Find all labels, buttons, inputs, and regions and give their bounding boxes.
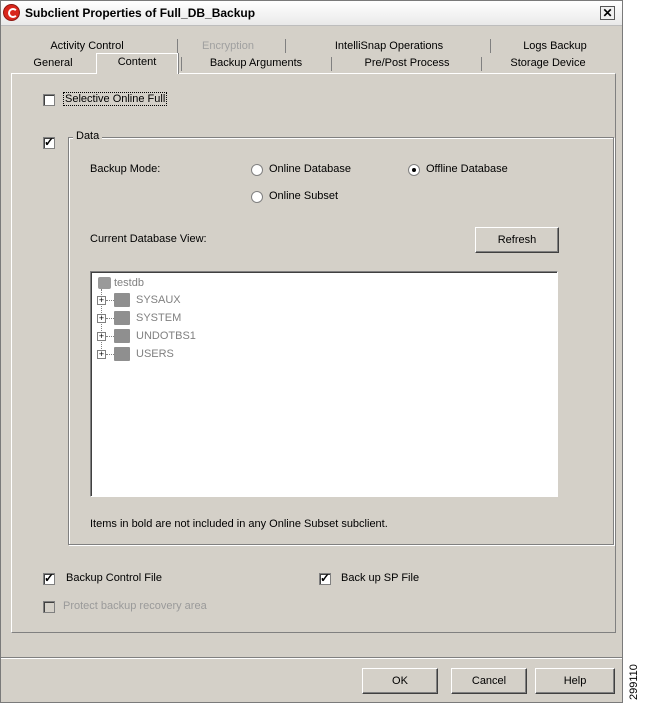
online-database-radio[interactable] <box>251 164 263 176</box>
tab-general[interactable]: General <box>11 55 95 72</box>
tree-connector <box>106 318 114 319</box>
expand-icon[interactable]: + <box>97 296 106 305</box>
tab-storage-device[interactable]: Storage Device <box>483 55 613 72</box>
protect-recovery-area-checkbox <box>43 601 55 613</box>
tree-connector <box>106 354 114 355</box>
tree-item-undotbs1[interactable]: UNDOTBS1 <box>136 328 196 344</box>
tree-item-users[interactable]: USERS <box>136 346 174 362</box>
tree-connector <box>106 336 114 337</box>
close-button[interactable]: ✕ <box>600 6 615 20</box>
protect-recovery-area-label: Protect backup recovery area <box>63 600 207 612</box>
tab-separator <box>177 39 178 53</box>
tree-connector <box>106 300 114 301</box>
expand-icon[interactable]: + <box>97 350 106 359</box>
online-subset-radio[interactable] <box>251 191 263 203</box>
tab-backup-arguments[interactable]: Backup Arguments <box>183 55 329 72</box>
tab-separator <box>481 57 482 71</box>
figure-id-label: 299110 <box>628 664 640 700</box>
data-group-title: Data <box>73 130 103 142</box>
tab-intellisnap-operations[interactable]: IntelliSnap Operations <box>291 38 487 55</box>
tablespace-icon <box>114 311 130 325</box>
app-logo-icon <box>3 4 20 21</box>
tab-separator <box>490 39 491 53</box>
tab-pre-post-process[interactable]: Pre/Post Process <box>333 55 481 72</box>
tablespace-icon <box>114 347 130 361</box>
tablespace-icon <box>114 329 130 343</box>
offline-database-radio[interactable] <box>408 164 420 176</box>
tablespace-icon <box>114 293 130 307</box>
title-bar[interactable]: Subclient Properties of Full_DB_Backup ✕ <box>1 1 622 26</box>
database-icon <box>98 277 111 289</box>
tab-separator <box>285 39 286 53</box>
tab-separator <box>181 57 182 71</box>
cancel-button[interactable]: Cancel <box>451 668 527 694</box>
subclient-properties-dialog: Subclient Properties of Full_DB_Backup ✕… <box>0 0 623 703</box>
tree-root-testdb[interactable]: testdb <box>114 275 144 291</box>
expand-icon[interactable]: + <box>97 332 106 341</box>
back-up-sp-file-checkbox[interactable] <box>319 571 331 585</box>
offline-database-label[interactable]: Offline Database <box>426 163 508 175</box>
tab-logs-backup[interactable]: Logs Backup <box>496 38 614 55</box>
backup-control-file-label[interactable]: Backup Control File <box>66 572 162 584</box>
subset-note: Items in bold are not included in any On… <box>90 518 388 530</box>
backup-mode-label: Backup Mode: <box>90 163 161 175</box>
selective-online-full-checkbox[interactable] <box>43 94 55 106</box>
tab-content[interactable]: Content <box>96 53 178 74</box>
backup-control-file-checkbox[interactable] <box>43 571 55 585</box>
tab-encryption: Encryption <box>202 40 254 52</box>
footer-divider <box>1 657 622 658</box>
tree-item-system[interactable]: SYSTEM <box>136 310 181 326</box>
help-button[interactable]: Help <box>535 668 615 694</box>
tab-separator <box>331 57 332 71</box>
ok-button[interactable]: OK <box>362 668 438 694</box>
tree-item-sysaux[interactable]: SYSAUX <box>136 292 181 308</box>
online-database-label[interactable]: Online Database <box>269 163 351 175</box>
back-up-sp-file-label[interactable]: Back up SP File <box>341 572 419 584</box>
data-checkbox[interactable] <box>43 135 55 149</box>
selective-online-full-label[interactable]: Selective Online Full <box>63 92 168 106</box>
database-tree-view[interactable]: testdb + SYSAUX + SYSTEM + UNDOTBS1 + US… <box>90 271 558 497</box>
expand-icon[interactable]: + <box>97 314 106 323</box>
refresh-button[interactable]: Refresh <box>475 227 559 253</box>
current-database-view-label: Current Database View: <box>90 233 207 245</box>
window-title: Subclient Properties of Full_DB_Backup <box>25 6 256 20</box>
online-subset-label[interactable]: Online Subset <box>269 190 338 202</box>
